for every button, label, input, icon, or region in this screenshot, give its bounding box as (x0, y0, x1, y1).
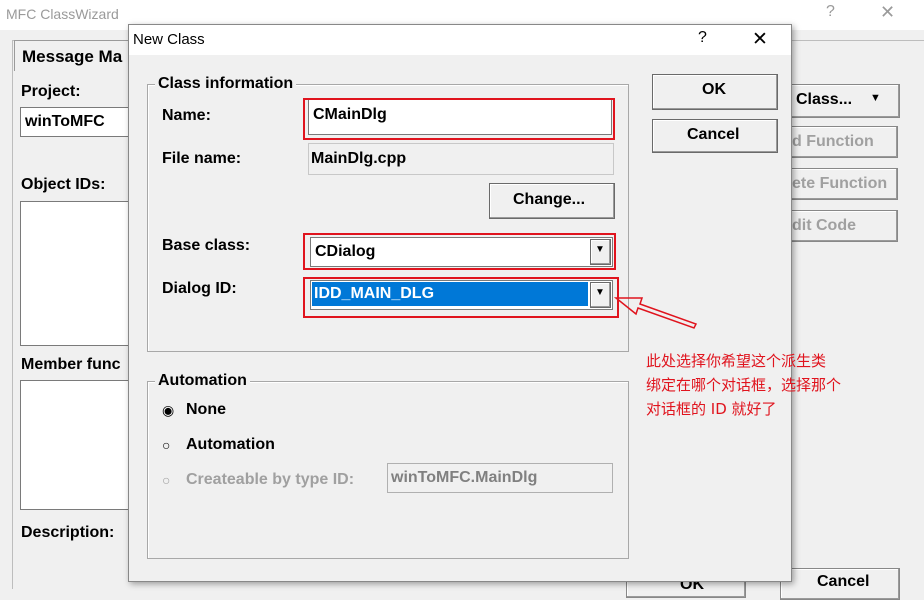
annotation-highlight-dialog-id (303, 277, 619, 318)
annotation-highlight-base-class (303, 233, 616, 270)
dialog-title: New Class (133, 31, 205, 48)
object-ids-list[interactable] (20, 201, 134, 346)
background-window-title: MFC ClassWizard (6, 6, 119, 22)
annotation-line: 此处选择你希望这个派生类 (646, 352, 827, 370)
dialog-titlebar[interactable] (129, 25, 791, 55)
radio-none-label[interactable]: None (186, 401, 226, 419)
radio-createable-icon: ○ (162, 472, 171, 488)
dropdown-arrow-icon: ▼ (870, 92, 881, 104)
object-ids-label: Object IDs: (21, 176, 106, 193)
project-label: Project: (21, 83, 81, 100)
delete-function-button-label: ete Function (792, 175, 888, 192)
change-button-label: Change... (513, 191, 586, 208)
annotation-note: 此处选择你希望这个派生类 绑定在哪个对话框，选择那个 对话框的 ID 就好了 (646, 349, 916, 421)
description-label: Description: (21, 524, 115, 541)
cancel-button-label: Cancel (687, 126, 740, 143)
annotation-highlight-name (303, 98, 615, 140)
type-id-value: winToMFC.MainDlg (391, 469, 538, 486)
dialog-id-label: Dialog ID: (162, 280, 237, 297)
file-name-value: MainDlg.cpp (311, 150, 407, 167)
annotation-arrow-icon (613, 297, 698, 329)
name-label: Name: (162, 107, 211, 124)
ok-button-label: OK (702, 81, 726, 98)
file-name-label: File name: (162, 150, 242, 167)
edit-code-button-label: dit Code (792, 217, 856, 234)
base-class-label: Base class: (162, 237, 251, 254)
member-functions-label: Member func (21, 356, 121, 373)
add-function-button-label: d Function (792, 133, 874, 150)
annotation-line: 绑定在哪个对话框，选择那个 (646, 376, 842, 394)
background-help-icon[interactable]: ? (826, 3, 835, 21)
automation-group-label: Automation (155, 372, 250, 390)
member-functions-list[interactable] (20, 380, 134, 510)
background-close-icon[interactable]: ✕ (880, 2, 895, 23)
project-value: winToMFC (25, 113, 105, 130)
radio-automation-label[interactable]: Automation (186, 436, 275, 454)
dialog-help-icon[interactable]: ? (698, 29, 707, 47)
tab-message-maps-label: Message Ma (22, 47, 123, 66)
radio-automation-icon[interactable]: ○ (162, 437, 170, 453)
radio-createable-label: Createable by type ID: (186, 471, 355, 488)
class-information-group-label: Class information (155, 75, 297, 93)
add-class-button-label: Class... (796, 91, 853, 108)
annotation-line: 对话框的 ID 就好了 (646, 400, 777, 418)
background-cancel-button-label: Cancel (817, 573, 870, 590)
dialog-close-icon[interactable]: ✕ (752, 28, 768, 51)
radio-none-selected-icon[interactable]: ◉ (162, 402, 174, 419)
